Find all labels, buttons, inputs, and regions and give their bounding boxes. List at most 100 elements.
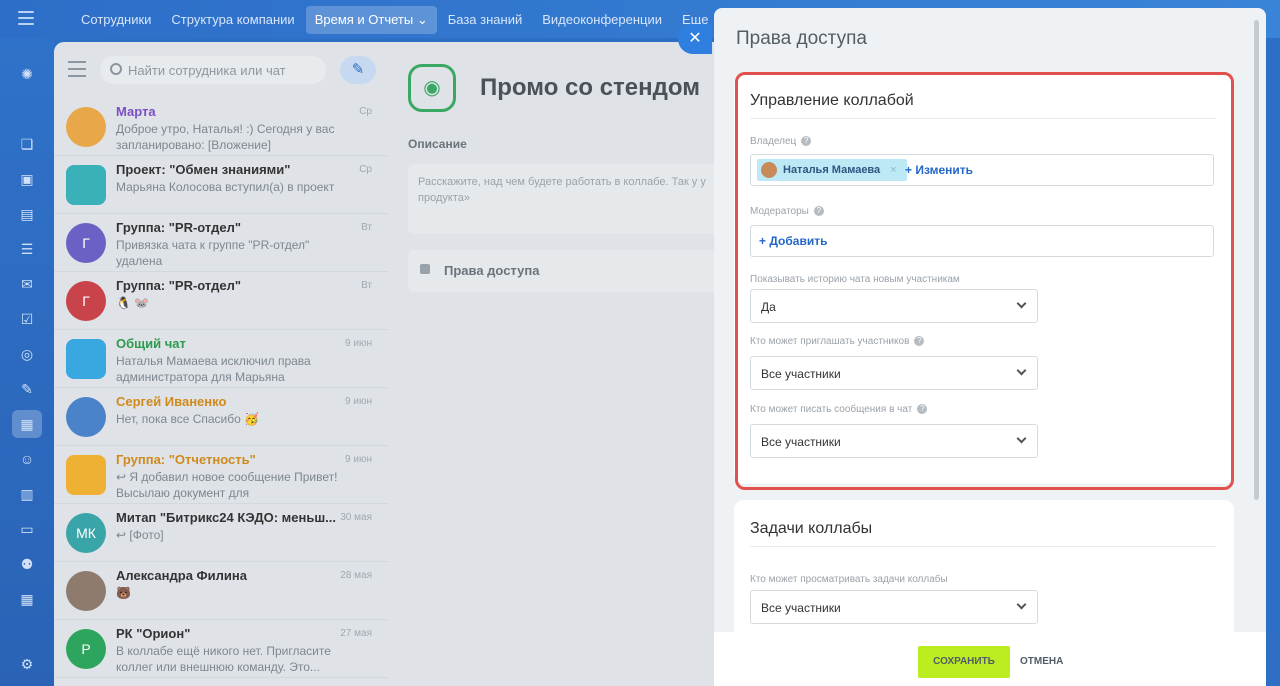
chat-list-item[interactable]: Марта Ср Доброе утро, Наталья! :) Сегодн…: [54, 98, 388, 156]
cancel-button[interactable]: ОТМЕНА: [1020, 656, 1063, 667]
chat-search-input[interactable]: [128, 60, 318, 80]
chat-list-item[interactable]: Группа: "Отчетность" 9 июн ↩ Я добавил н…: [54, 446, 388, 504]
chat-date: Вт: [361, 280, 372, 291]
avatar: [66, 571, 106, 611]
mail-icon[interactable]: ✉: [17, 274, 37, 294]
card-icon[interactable]: ▭: [17, 519, 37, 539]
chat-list-item[interactable]: МК Митап "Битрикс24 КЭДО: меньш... 30 ма…: [54, 504, 388, 562]
nav-time-reports[interactable]: Время и Отчеты ⌄: [305, 6, 437, 34]
chat-name: Группа: "PR-отдел": [116, 278, 242, 293]
chat-list-item[interactable]: Общий чат 9 июн Наталья Мамаева исключил…: [54, 330, 388, 388]
calendar-icon[interactable]: ▦: [17, 589, 37, 609]
search-icon: [110, 63, 122, 75]
description-field[interactable]: Расскажите, над чем будете работать в ко…: [408, 164, 718, 234]
avatar: Р: [66, 629, 106, 669]
avatar: Г: [66, 281, 106, 321]
chat-name: Сергей Иваненко: [116, 394, 227, 409]
nav-company-structure[interactable]: Структура компании: [162, 6, 303, 34]
nav-knowledge-base[interactable]: База знаний: [439, 6, 532, 34]
top-navigation: Сотрудники Структура компании Время и От…: [72, 6, 732, 34]
documents-icon[interactable]: ▤: [17, 204, 37, 224]
chat-name: РК "Орион": [116, 626, 191, 641]
card-title: Задачи коллабы: [750, 520, 873, 537]
nav-employees[interactable]: Сотрудники: [72, 6, 160, 34]
sign-icon[interactable]: ✎: [17, 379, 37, 399]
avatar: МК: [66, 513, 106, 553]
select-value: Все участники: [761, 601, 841, 615]
settings-icon[interactable]: ⚙: [17, 654, 37, 674]
files-icon[interactable]: ▥: [17, 484, 37, 504]
collab-title: Промо со стендом: [480, 74, 700, 101]
chat-date: 9 июн: [345, 338, 372, 349]
chat-list-item[interactable]: Александра Филина 28 мая 🐻: [54, 562, 388, 620]
slider-title: Права доступа: [736, 28, 867, 49]
lock-icon: [420, 264, 430, 274]
chat-list-item[interactable]: Г Группа: "PR-отдел" Вт 🐧 🐭: [54, 272, 388, 330]
chat-date: 30 мая: [340, 512, 372, 523]
robot-icon[interactable]: ⚉: [17, 554, 37, 574]
chat-list-item[interactable]: Проект: "Обмен знаниями" Ср Марьяна Коло…: [54, 156, 388, 214]
crm-icon[interactable]: ☰: [17, 239, 37, 259]
chat-name: Группа: "PR-отдел": [116, 220, 242, 235]
chat-name: Проект: "Обмен знаниями": [116, 162, 291, 177]
divider: [750, 546, 1216, 547]
description-label: Описание: [408, 137, 467, 151]
filter-icon[interactable]: [68, 61, 86, 77]
slider-footer: СОХРАНИТЬ ОТМЕНА: [714, 632, 1266, 686]
target-icon[interactable]: ◎: [17, 344, 37, 364]
chat-list-item[interactable]: Сергей Иваненко 9 июн Нет, пока все Спас…: [54, 388, 388, 446]
scrollbar[interactable]: [1254, 20, 1259, 500]
chat-name: Общий чат: [116, 336, 186, 351]
chat-last-message: Нет, пока все Спасибо 🥳: [116, 412, 260, 426]
view-tasks-label: Кто может просматривать задачи коллабы: [750, 574, 948, 585]
compose-icon[interactable]: ✎: [340, 56, 376, 84]
chat-name: Группа: "Отчетность": [116, 452, 256, 467]
chat-list-header: ✎: [54, 42, 388, 98]
chat-list-panel: ✎ Марта Ср Доброе утро, Наталья! :) Сего…: [54, 42, 388, 686]
avatar: Г: [66, 223, 106, 263]
chat-date: 28 мая: [340, 570, 372, 581]
access-rights-label: Права доступа: [444, 263, 540, 278]
view-tasks-select[interactable]: Все участники: [750, 590, 1038, 624]
avatar: [66, 455, 106, 495]
chat-last-message: Марьяна Колосова вступил(а) в проект: [116, 180, 335, 194]
chat-name: Александра Филина: [116, 568, 247, 583]
avatar: [66, 165, 106, 205]
highlight-frame: [735, 72, 1234, 490]
chat-icon[interactable]: ❏: [17, 134, 37, 154]
chat-last-message: 🐧 🐭: [116, 296, 150, 310]
chat-date: 27 мая: [340, 628, 372, 639]
messenger-icon[interactable]: ▦: [12, 410, 42, 438]
tasks-icon[interactable]: ▣: [17, 169, 37, 189]
chat-last-message: ↩ Я добавил новое сообщение Привет! Высы…: [116, 470, 338, 500]
chat-last-message: ↩ [Фото]: [116, 528, 164, 542]
avatar: [66, 107, 106, 147]
chat-last-message: В коллабе ещё никого нет. Пригласите кол…: [116, 644, 331, 674]
chat-last-message: Наталья Мамаева исключил права администр…: [116, 354, 311, 384]
nav-video-conferences[interactable]: Видеоконференции: [533, 6, 671, 34]
chat-name: Митап "Битрикс24 КЭДО: меньш...: [116, 510, 337, 525]
save-button[interactable]: СОХРАНИТЬ: [918, 646, 1010, 678]
avatar: [66, 339, 106, 379]
camera-icon[interactable]: ◉: [408, 64, 456, 112]
menu-icon[interactable]: [18, 11, 34, 25]
chat-list-item[interactable]: Г Группа: "PR-отдел" Вт Привязка чата к …: [54, 214, 388, 272]
chat-list: Марта Ср Доброе утро, Наталья! :) Сегодн…: [54, 98, 388, 678]
chat-date: Ср: [359, 164, 372, 175]
close-icon[interactable]: ✕: [678, 24, 712, 54]
avatar: [66, 397, 106, 437]
collab-details: ◉ Промо со стендом Описание Расскажите, …: [388, 42, 728, 686]
checklist-icon[interactable]: ☑: [17, 309, 37, 329]
chat-search[interactable]: [100, 56, 326, 84]
access-rights-slider: Права доступа Управление коллабой Владел…: [714, 8, 1266, 686]
access-rights-link[interactable]: Права доступа: [408, 250, 718, 292]
activity-icon[interactable]: ✺: [17, 64, 37, 84]
chat-last-message: Привязка чата к группе "PR-отдел" удален…: [116, 238, 310, 268]
chat-date: Вт: [361, 222, 372, 233]
chat-date: Ср: [359, 106, 372, 117]
chat-name: Марта: [116, 104, 156, 119]
chat-date: 9 июн: [345, 396, 372, 407]
chevron-down-icon: [1016, 599, 1027, 610]
people-icon[interactable]: ☺: [17, 449, 37, 469]
chat-list-item[interactable]: Р РК "Орион" 27 мая В коллабе ещё никого…: [54, 620, 388, 678]
